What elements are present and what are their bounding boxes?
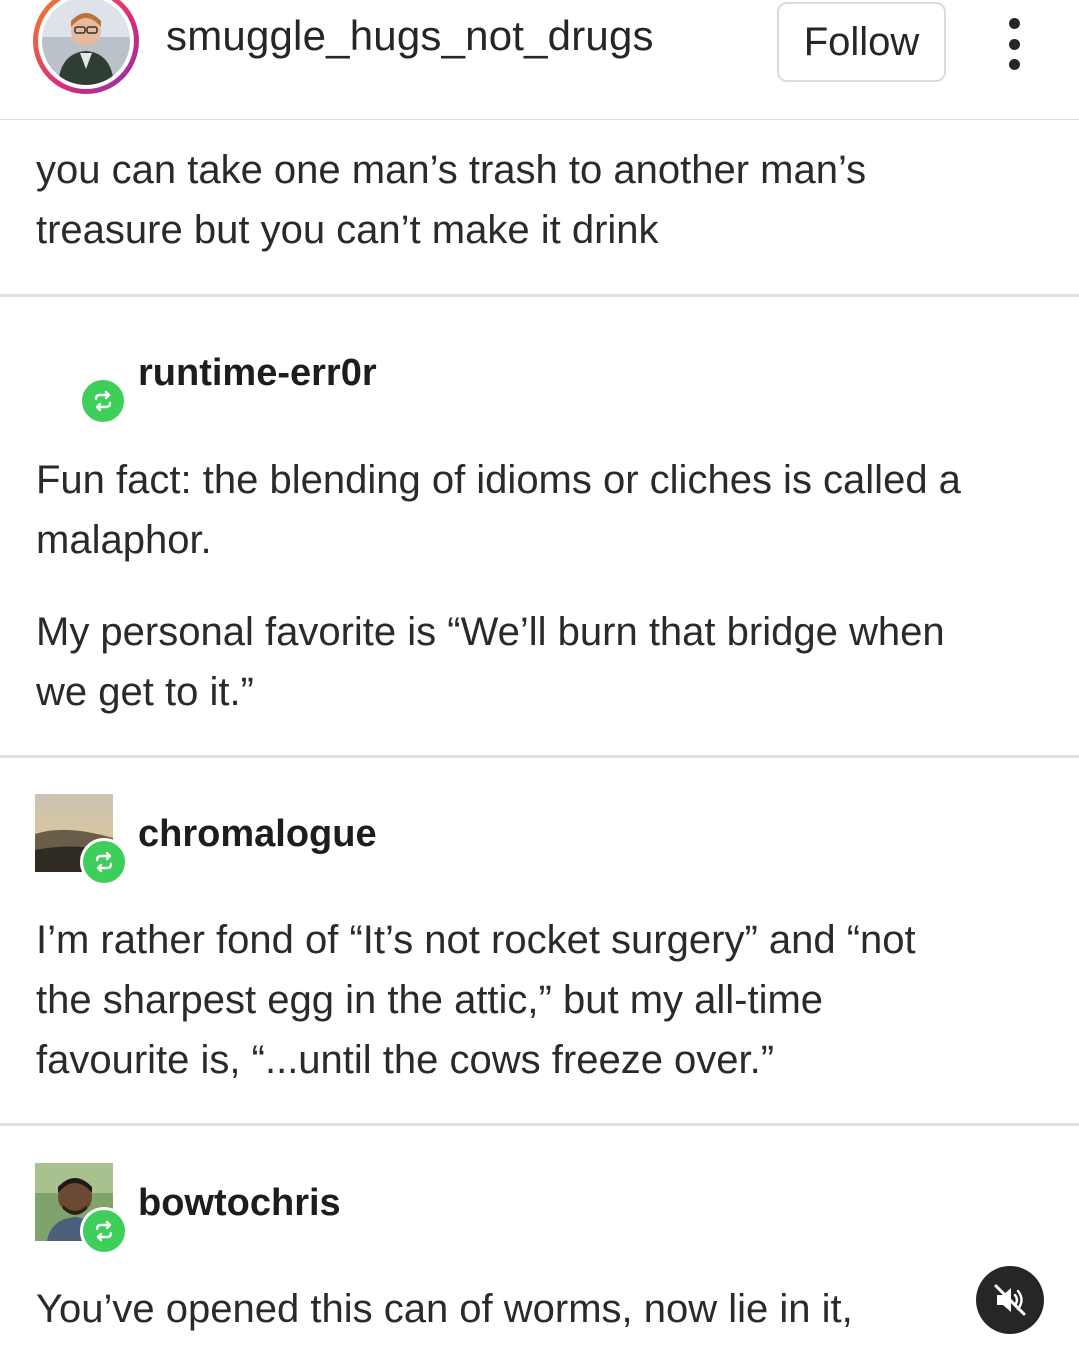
muted-speaker-icon[interactable] [976,1266,1044,1334]
post-text: I’m rather fond of “It’s not rocket surg… [36,918,916,1082]
avatar-photo [42,0,130,85]
reblog-icon [80,838,128,886]
divider [0,1123,1079,1126]
post-text: you can take one man’s trash to another … [36,148,867,252]
more-vertical-icon[interactable] [994,14,1034,74]
post-header: smuggle_hugs_not_drugs Follow [0,0,1079,120]
reblog-author[interactable]: chromalogue [138,813,377,856]
profile-avatar[interactable] [33,0,139,94]
reblog-author[interactable]: runtime-err0r [138,352,377,395]
post-text: Fun fact: the blending of idioms or clic… [36,458,961,562]
follow-button[interactable]: Follow [777,2,946,82]
post-text: You’ve opened this can of worms, now lie… [36,1287,853,1331]
reblog-icon [80,1207,128,1255]
username[interactable]: smuggle_hugs_not_drugs [166,12,654,60]
reblog-icon [79,377,127,425]
reblog-author[interactable]: bowtochris [138,1182,341,1225]
divider [0,755,1079,758]
post-text: My personal favorite is “We’ll burn that… [36,610,945,714]
divider [0,294,1079,297]
